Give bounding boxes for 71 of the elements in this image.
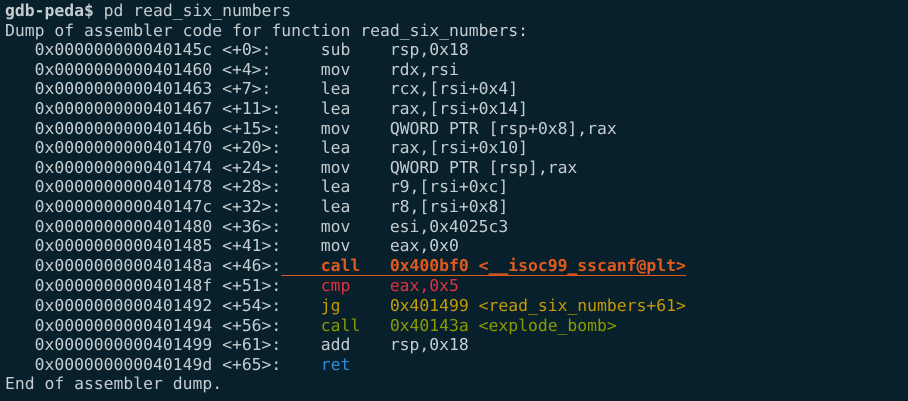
mnemonic: add xyxy=(320,335,352,355)
operand: rsp,0x18 xyxy=(390,40,469,60)
operand: rcx,[rsi+0x4] xyxy=(390,79,518,99)
instruction-address: 0x000000000040149d xyxy=(34,354,214,374)
mnemonic: mov xyxy=(320,236,352,256)
operand: eax,0x0 xyxy=(390,236,459,256)
instruction-address: 0x000000000040148f xyxy=(34,276,214,296)
instruction-offset: <+0>: xyxy=(222,40,272,60)
instruction-offset: <+54>: xyxy=(222,296,282,316)
mnemonic: call xyxy=(320,256,362,276)
mnemonic: lea xyxy=(320,98,352,119)
instruction-address: 0x0000000000401463 xyxy=(34,79,214,99)
instruction-offset: <+24>: xyxy=(222,158,282,178)
mnemonic: lea xyxy=(320,138,352,158)
instruction-offset: <+7>: xyxy=(222,79,272,99)
instruction-address: 0x000000000040147c xyxy=(34,196,214,217)
operand: QWORD PTR [rsp+0x8],rax xyxy=(390,118,617,138)
instruction-offset: <+51>: xyxy=(222,276,282,296)
operand: 0x400bf0 <__isoc99_sscanf@plt> xyxy=(390,256,686,276)
mnemonic: cmp xyxy=(320,276,352,296)
operand: rsp,0x18 xyxy=(390,335,469,355)
mnemonic: sub xyxy=(320,40,352,60)
instruction-offset: <+11>: xyxy=(222,98,282,119)
mnemonic: lea xyxy=(320,177,352,197)
mnemonic: ret xyxy=(320,354,352,374)
instruction-offset: <+46>: xyxy=(222,256,282,276)
instruction-address: 0x0000000000401499 xyxy=(34,335,214,355)
instruction-offset: <+4>: xyxy=(222,60,272,80)
instruction-offset: <+32>: xyxy=(222,196,282,217)
mnemonic: jg xyxy=(320,296,342,316)
prompt: gdb-peda$ xyxy=(5,1,94,21)
operand: QWORD PTR [rsp],rax xyxy=(390,158,578,178)
instruction-address: 0x000000000040148a xyxy=(34,256,214,276)
operand: rdx,rsi xyxy=(390,60,459,80)
instruction-offset: <+65>: xyxy=(222,354,282,374)
operand: rax,[rsi+0x14] xyxy=(390,98,528,119)
instruction-offset: <+20>: xyxy=(222,138,282,158)
instruction-offset: <+41>: xyxy=(222,236,282,256)
mnemonic: call xyxy=(320,316,362,336)
instruction-address: 0x0000000000401480 xyxy=(34,216,214,236)
operand: 0x40143a <explode_bomb> xyxy=(390,316,617,336)
mnemonic: mov xyxy=(320,60,352,80)
operand: rax,[rsi+0x10] xyxy=(390,138,528,158)
instruction-offset: <+56>: xyxy=(222,316,282,336)
operand: 0x401499 <read_six_numbers+61> xyxy=(390,296,686,316)
instruction-address: 0x0000000000401494 xyxy=(34,316,214,336)
instruction-address: 0x0000000000401478 xyxy=(34,177,214,197)
mnemonic: mov xyxy=(320,216,352,236)
dump-header: Dump of assembler code for function read_six_numbers: xyxy=(5,20,528,40)
operand: eax,0x5 xyxy=(390,276,459,296)
operand: r8,[rsi+0x8] xyxy=(390,196,508,217)
mnemonic: lea xyxy=(320,196,352,217)
dump-footer: End of assembler dump. xyxy=(5,374,222,394)
instruction-address: 0x0000000000401467 xyxy=(34,98,214,119)
instruction-offset: <+28>: xyxy=(222,177,282,197)
command-text: pd read_six_numbers xyxy=(104,1,292,21)
instruction-offset: <+36>: xyxy=(222,216,282,236)
instruction-address: 0x000000000040145c xyxy=(34,40,214,60)
mnemonic: lea xyxy=(320,79,352,99)
instruction-address: 0x0000000000401492 xyxy=(34,296,214,316)
instruction-address: 0x0000000000401474 xyxy=(34,158,214,178)
mnemonic: mov xyxy=(320,118,352,138)
instruction-offset: <+61>: xyxy=(222,335,282,355)
instruction-address: 0x000000000040146b xyxy=(34,118,214,138)
mnemonic: mov xyxy=(320,158,352,178)
instruction-address: 0x0000000000401485 xyxy=(34,236,214,256)
instruction-offset: <+15>: xyxy=(222,118,282,138)
instruction-address: 0x0000000000401470 xyxy=(34,138,214,158)
instruction-address: 0x0000000000401460 xyxy=(34,60,214,80)
operand: esi,0x4025c3 xyxy=(390,216,508,236)
operand: r9,[rsi+0xc] xyxy=(390,177,508,197)
